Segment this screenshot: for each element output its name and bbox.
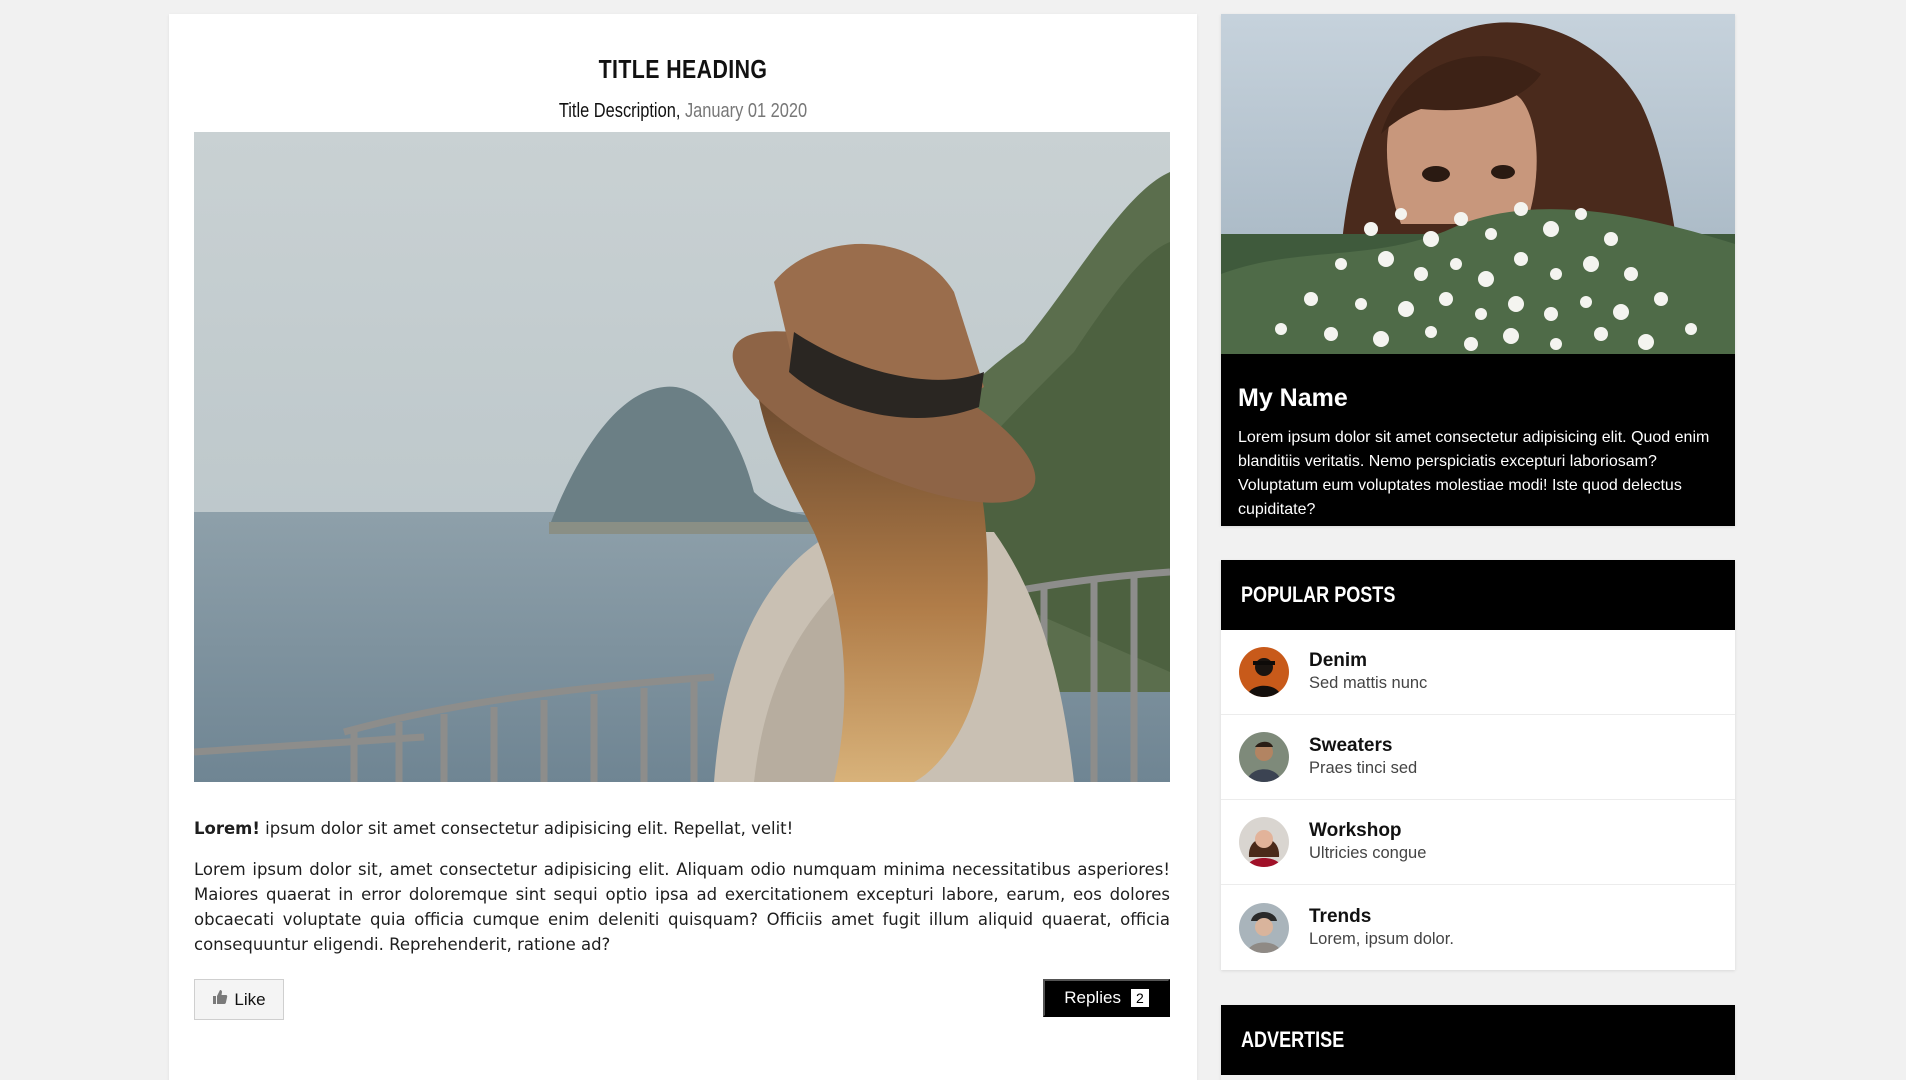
blog-post-card: TITLE HEADING Title Description, January…: [169, 14, 1197, 1080]
thumbs-up-icon: [212, 989, 228, 1010]
popular-posts-header: POPULAR POSTS: [1221, 560, 1735, 630]
post-lead-paragraph: Lorem! ipsum dolor sit amet consectetur …: [194, 816, 1170, 841]
post-item-subtitle: Lorem, ipsum dolor.: [1309, 929, 1454, 948]
post-hero-image: [194, 132, 1170, 782]
post-item-title: Workshop: [1309, 820, 1402, 841]
post-title: TITLE HEADING: [598, 54, 768, 84]
post-item-subtitle: Ultricies congue: [1309, 844, 1427, 862]
popular-posts-title: POPULAR POSTS: [1241, 582, 1396, 607]
advertise-panel: ADVERTISE: [1221, 1005, 1735, 1080]
avatar: [1239, 902, 1289, 953]
replies-label: Replies: [1064, 988, 1121, 1007]
post-item-title: Sweaters: [1309, 735, 1393, 756]
popular-post-item-workshop[interactable]: Workshop Ultricies congue: [1221, 800, 1735, 885]
like-label: Like: [234, 989, 266, 1009]
avatar: [1239, 732, 1289, 782]
post-item-title: Denim: [1309, 650, 1368, 671]
post-date: January 01 2020: [684, 100, 808, 122]
post-item-subtitle: Sed mattis nunc: [1309, 674, 1428, 692]
like-button[interactable]: Like: [194, 979, 284, 1020]
post-item-subtitle: Praes tinci sed: [1309, 759, 1418, 777]
replies-button[interactable]: Replies 2: [1043, 979, 1170, 1017]
post-lead-bold: Lorem!: [194, 819, 260, 838]
avatar: [1239, 817, 1289, 867]
post-lead-text: ipsum dolor sit amet consectetur adipisi…: [259, 819, 794, 838]
profile-bio: Lorem ipsum dolor sit amet consectetur a…: [1238, 429, 1710, 518]
advertise-header: ADVERTISE: [1221, 1005, 1735, 1075]
profile-photo: [1221, 14, 1735, 354]
popular-post-item-trends[interactable]: Trends Lorem, ipsum dolor.: [1221, 885, 1735, 970]
post-item-title: Trends: [1309, 905, 1372, 927]
post-body-paragraph: Lorem ipsum dolor sit, amet consectetur …: [194, 860, 1170, 954]
post-subtitle: Title Description, January 01 2020: [262, 100, 1105, 123]
replies-count-badge: 2: [1130, 989, 1149, 1007]
popular-post-item-sweaters[interactable]: Sweaters Praes tinci sed: [1221, 715, 1735, 800]
advertise-title: ADVERTISE: [1241, 1027, 1345, 1052]
post-description: Title Description,: [558, 100, 681, 122]
popular-posts-panel: POPULAR POSTS Denim Sed mattis nunc Swea…: [1221, 560, 1735, 970]
profile-name: My Name: [1238, 384, 1348, 412]
profile-card: My Name Lorem ipsum dolor sit amet conse…: [1221, 14, 1735, 526]
avatar: [1239, 647, 1289, 697]
popular-post-item-denim[interactable]: Denim Sed mattis nunc: [1221, 630, 1735, 715]
